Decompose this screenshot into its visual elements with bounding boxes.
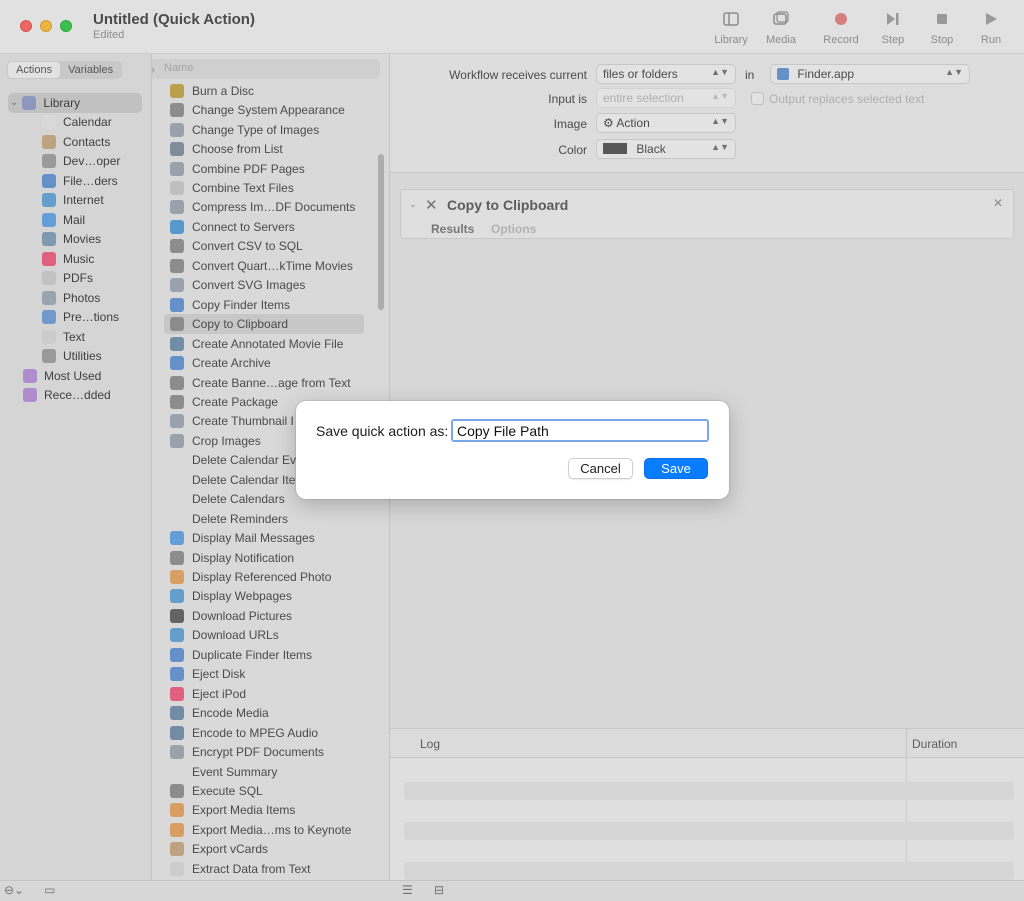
cancel-button[interactable]: Cancel <box>568 458 633 479</box>
quick-action-name-field[interactable] <box>451 419 709 442</box>
save-as-label: Save quick action as: <box>316 423 449 439</box>
save-dialog: Save quick action as: Cancel Save <box>296 401 729 499</box>
save-button[interactable]: Save <box>644 458 708 479</box>
